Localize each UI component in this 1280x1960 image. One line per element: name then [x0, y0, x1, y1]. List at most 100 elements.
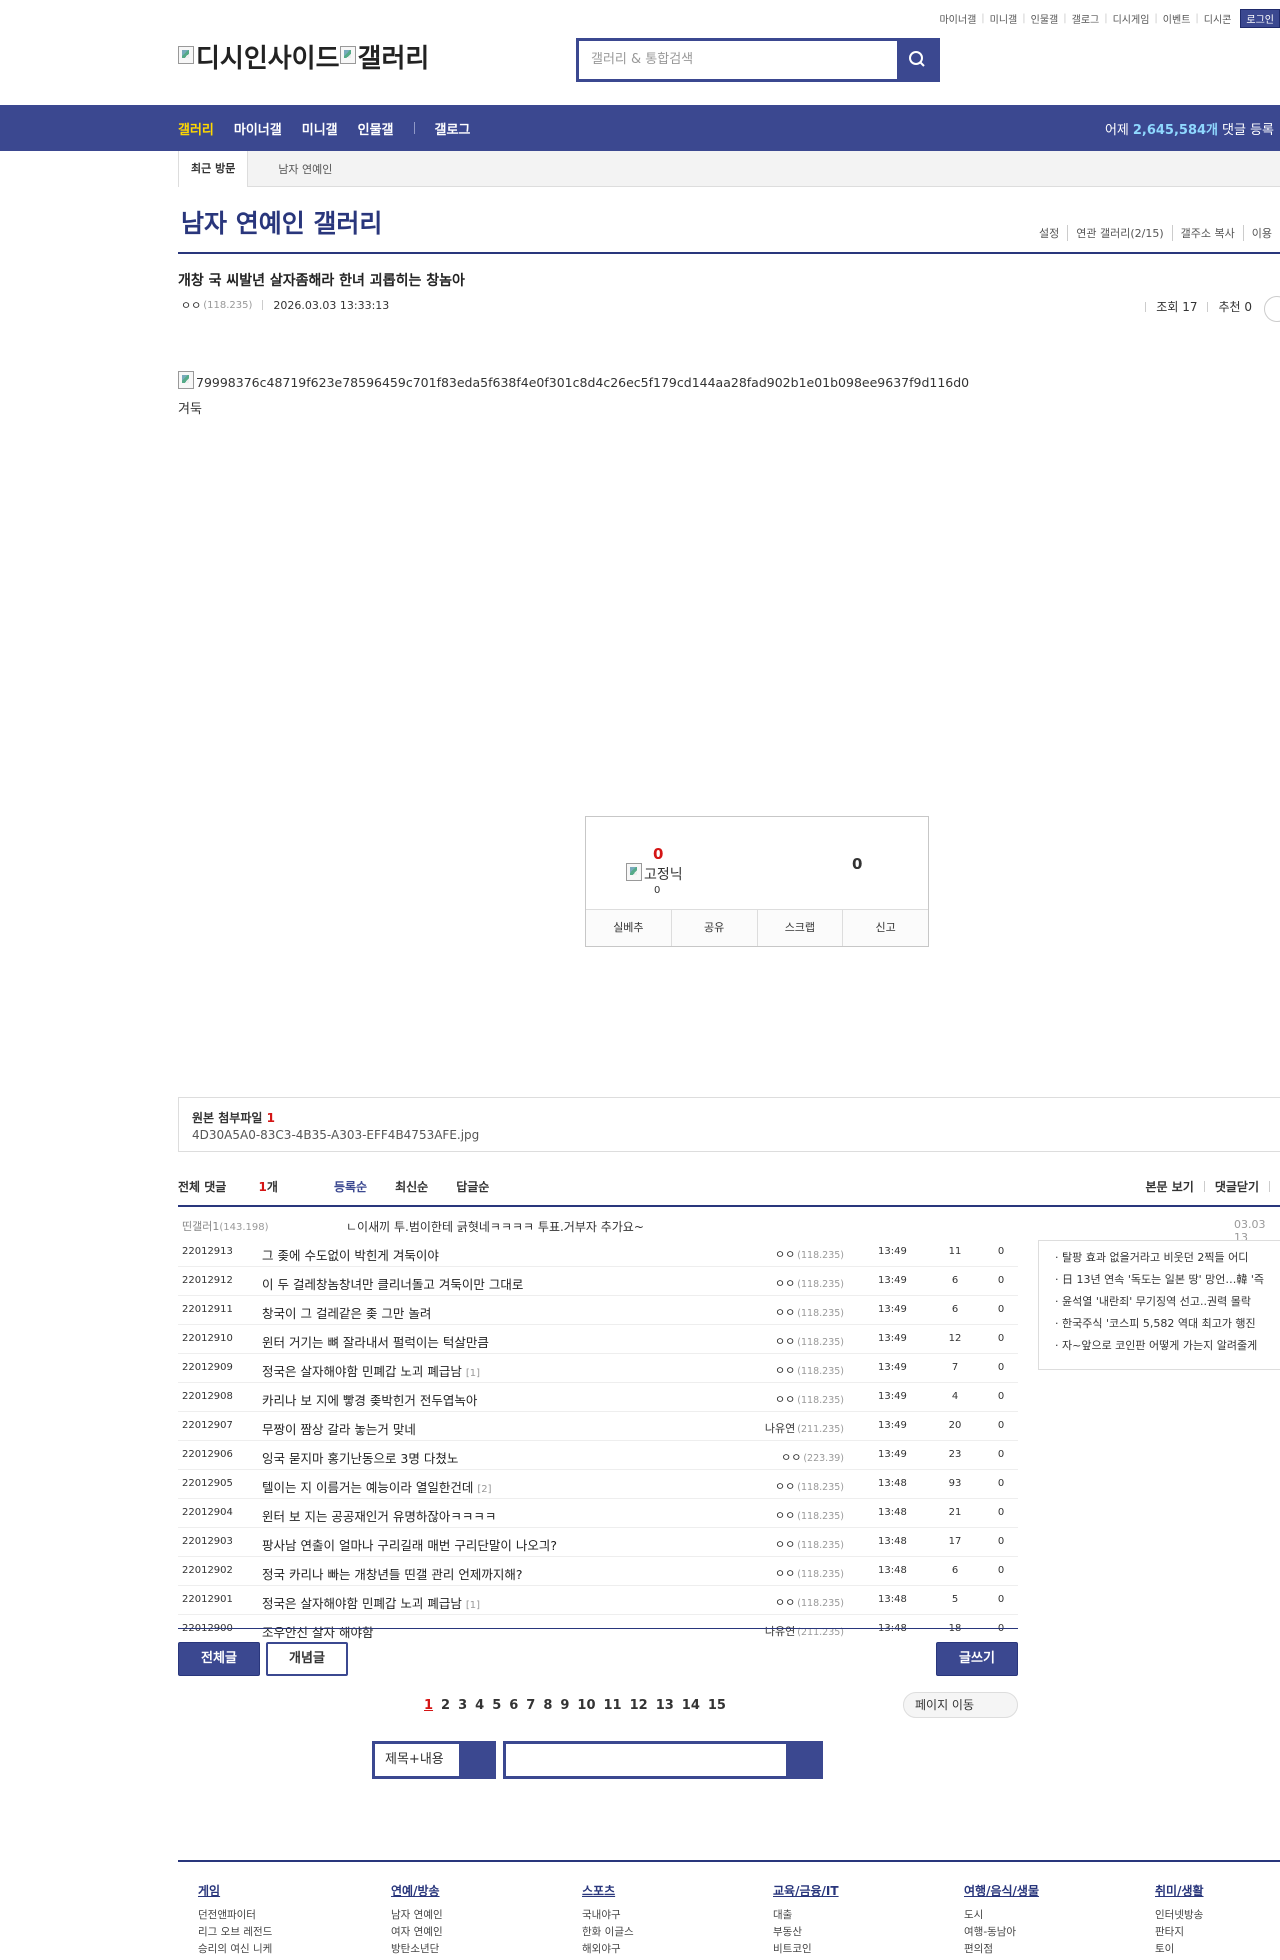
- page-link[interactable]: 13: [656, 1698, 674, 1713]
- page-link[interactable]: 6: [509, 1698, 518, 1713]
- best-recommend-button[interactable]: 실베추: [586, 910, 671, 946]
- util-mini-gall[interactable]: 미니갤: [985, 11, 1023, 26]
- footer-category-head[interactable]: 스포츠: [582, 1882, 634, 1899]
- post-row[interactable]: 22012912 이 두 걸레창놈창녀만 클리너돌고 겨둑이만 그대로 ㅇㅇ (118…: [178, 1267, 1018, 1296]
- footer-link[interactable]: 승리의 여신 니케: [198, 1941, 272, 1958]
- footer-link[interactable]: 부동산: [773, 1924, 839, 1941]
- write-button[interactable]: 글쓰기: [936, 1642, 1018, 1676]
- post-row[interactable]: 22012900조우안신 살자 해야함나유연(211.235)13:48180: [178, 1615, 1018, 1643]
- footer-link[interactable]: 방탄소년단: [391, 1941, 443, 1958]
- footer-link[interactable]: 던전앤파이터: [198, 1907, 272, 1924]
- util-minor-gall[interactable]: 마이너갤: [934, 11, 981, 26]
- footer-link[interactable]: 판타지: [1155, 1924, 1204, 1941]
- footer-category-head[interactable]: 게임: [198, 1882, 272, 1899]
- report-button[interactable]: 신고: [842, 910, 928, 946]
- footer-link[interactable]: 편의점: [964, 1941, 1039, 1958]
- news-item[interactable]: · 한국주식 '코스피 5,582 역대 최고가 행진: [1055, 1315, 1256, 1331]
- attachment-file-link[interactable]: 4D30A5A0-83C3-4B35-A303-EFF4B4753AFE.jpg: [192, 1128, 479, 1142]
- page-link[interactable]: 11: [604, 1698, 622, 1713]
- page-link[interactable]: 10: [577, 1698, 595, 1713]
- page-link[interactable]: 15: [708, 1698, 726, 1713]
- footer-link[interactable]: 리그 오브 레전드: [198, 1924, 272, 1941]
- footer-link[interactable]: 인터넷방송: [1155, 1907, 1204, 1924]
- page-link[interactable]: 9: [560, 1698, 569, 1713]
- page-link[interactable]: 1: [424, 1698, 433, 1713]
- post-row[interactable]: 22012902 정국 카리나 빠는 개창년들 띤갤 관리 언제까지해? ㅇㅇ (11…: [178, 1557, 1018, 1586]
- footer-link[interactable]: 남자 연예인: [391, 1907, 443, 1924]
- footer-category-head[interactable]: 연예/방송: [391, 1882, 443, 1899]
- footer-link[interactable]: 한화 이글스: [582, 1924, 634, 1941]
- post-row[interactable]: 22012908 카리나 보 지에 빻경 좆박힌거 전두엽녹아 ㅇㅇ (118.235…: [178, 1383, 1018, 1412]
- post-row[interactable]: 22012901 정국은 살자해야함 민폐갑 노괴 폐급남 [1] ㅇㅇ (118.23…: [178, 1586, 1018, 1615]
- gallery-settings-link[interactable]: 설정: [1031, 225, 1067, 241]
- util-gallog[interactable]: 갤로그: [1067, 11, 1105, 26]
- util-dcgame[interactable]: 디시게임: [1108, 11, 1155, 26]
- gnb-person-gall[interactable]: 인물갤: [358, 119, 394, 138]
- related-gallery-link[interactable]: 연관 갤러리(2/15): [1067, 225, 1171, 241]
- search-input[interactable]: 갤러리 & 통합검색: [579, 41, 897, 79]
- footer-link[interactable]: 대출: [773, 1907, 839, 1924]
- fixed-nick-recommend[interactable]: 고정닉: [626, 863, 683, 884]
- view-post-button[interactable]: 본문 보기: [1145, 1178, 1193, 1195]
- gnb-gallery[interactable]: 갤러리: [178, 119, 214, 138]
- post-row[interactable]: 22012911 창국이 그 걸레같은 좆 그만 놀려 ㅇㅇ (118.235) 13:…: [178, 1296, 1018, 1325]
- share-button[interactable]: 공유: [670, 910, 757, 946]
- bottom-search-input[interactable]: [506, 1744, 786, 1776]
- footer-link[interactable]: 여자 연예인: [391, 1924, 443, 1941]
- sort-registered[interactable]: 등록순: [334, 1178, 367, 1195]
- login-button[interactable]: 로그인: [1240, 8, 1280, 28]
- gnb-mini-gall[interactable]: 미니갤: [302, 119, 338, 138]
- more-options-button[interactable]: [1264, 296, 1280, 322]
- footer-category-head[interactable]: 취미/생활: [1155, 1882, 1204, 1899]
- footer-category-head[interactable]: 교육/금융/IT: [773, 1882, 839, 1899]
- page-link[interactable]: 3: [458, 1698, 467, 1713]
- all-posts-button[interactable]: 전체글: [178, 1642, 260, 1676]
- news-item[interactable]: · 자~앞으로 코인판 어떻게 가는지 알려줄게: [1055, 1337, 1257, 1353]
- scrap-button[interactable]: 스크랩: [756, 910, 843, 946]
- post-row[interactable]: 22012909 정국은 살자해야함 민폐갑 노괴 폐급남 [1] ㅇㅇ (118.23…: [178, 1354, 1018, 1383]
- best-posts-button[interactable]: 개념글: [266, 1642, 348, 1676]
- news-item[interactable]: · 윤석열 '내란죄' 무기징역 선고..권력 몰락: [1055, 1293, 1251, 1309]
- site-logo[interactable]: 디시인사이드 갤러리: [178, 38, 429, 75]
- util-event[interactable]: 이벤트: [1158, 11, 1196, 26]
- footer-link[interactable]: 여행-동남아: [964, 1924, 1039, 1941]
- post-row[interactable]: 22012905 텔이는 지 이름거는 예능이라 열일한건데 [2] ㅇㅇ (118.2…: [178, 1470, 1018, 1499]
- post-row[interactable]: 22012903 팡사남 연출이 얼마나 구리길래 매번 구리단말이 나오긔? ㅇㅇ…: [178, 1528, 1018, 1557]
- post-row[interactable]: 22012906 잉국 묻지마 홍기난동으로 3명 다쳤노 ㅇㅇ (223.39) 13…: [178, 1441, 1018, 1470]
- page-link[interactable]: 5: [492, 1698, 501, 1713]
- post-image[interactable]: 79998376c48719f623e78596459c701f83eda5f6…: [178, 371, 969, 391]
- footer-category-head[interactable]: 여행/음식/생물: [964, 1882, 1039, 1899]
- footer-link[interactable]: 도시: [964, 1907, 1039, 1924]
- post-row[interactable]: 22012907 무짱이 짬상 갈라 놓는거 맞네 나유연 (211.235) 13:4…: [178, 1412, 1018, 1441]
- sort-replies[interactable]: 답글순: [456, 1178, 489, 1195]
- page-move-button[interactable]: 페이지 이동: [903, 1692, 1018, 1718]
- post-row[interactable]: 22012910 윈터 거기는 뼈 잘라내서 펄럭이는 턱살만큼 ㅇㅇ (118.23…: [178, 1325, 1018, 1354]
- recent-visits-label[interactable]: 최근 방문: [178, 150, 249, 187]
- util-person-gall[interactable]: 인물갤: [1026, 11, 1064, 26]
- footer-link[interactable]: 토이: [1155, 1941, 1204, 1958]
- copy-address-link[interactable]: 갤주소 복사: [1171, 225, 1243, 241]
- util-dccon[interactable]: 디시콘: [1199, 11, 1237, 26]
- post-row[interactable]: 22012913 그 좆에 수도없이 박힌게 겨둑이야 ㅇㅇ (118.235) 13:…: [178, 1238, 1018, 1267]
- news-item[interactable]: · 日 13년 연속 '독도는 일본 땅' 망언…韓 '즉: [1055, 1271, 1264, 1287]
- page-link[interactable]: 14: [682, 1698, 700, 1713]
- news-item[interactable]: · 탈팡 효과 없을거라고 비웃던 2찍들 어디: [1055, 1249, 1248, 1265]
- page-link[interactable]: 7: [526, 1698, 535, 1713]
- sort-latest[interactable]: 최신순: [395, 1178, 428, 1195]
- footer-link[interactable]: 비트코인: [773, 1941, 839, 1958]
- recent-visit-item[interactable]: 남자 연예인: [248, 161, 332, 177]
- gallery-title[interactable]: 남자 연예인 갤러리: [181, 204, 382, 240]
- page-link[interactable]: 2: [441, 1698, 450, 1713]
- usage-link[interactable]: 이용: [1242, 225, 1280, 241]
- search-button[interactable]: [897, 41, 937, 79]
- close-comments-button[interactable]: 댓글닫기: [1215, 1178, 1259, 1195]
- gnb-gallog[interactable]: 갤로그: [435, 119, 471, 138]
- post-row[interactable]: 22012904 윈터 보 지는 공공재인거 유명하잖아ㅋㅋㅋㅋ ㅇㅇ (118.23…: [178, 1499, 1018, 1528]
- gnb-minor-gall[interactable]: 마이너갤: [234, 119, 282, 138]
- page-link[interactable]: 4: [475, 1698, 484, 1713]
- page-link[interactable]: 12: [630, 1698, 648, 1713]
- footer-link[interactable]: 국내야구: [582, 1907, 634, 1924]
- footer-link[interactable]: 해외야구: [582, 1941, 634, 1958]
- page-link[interactable]: 8: [543, 1698, 552, 1713]
- post-author[interactable]: ㅇㅇ: [181, 297, 201, 313]
